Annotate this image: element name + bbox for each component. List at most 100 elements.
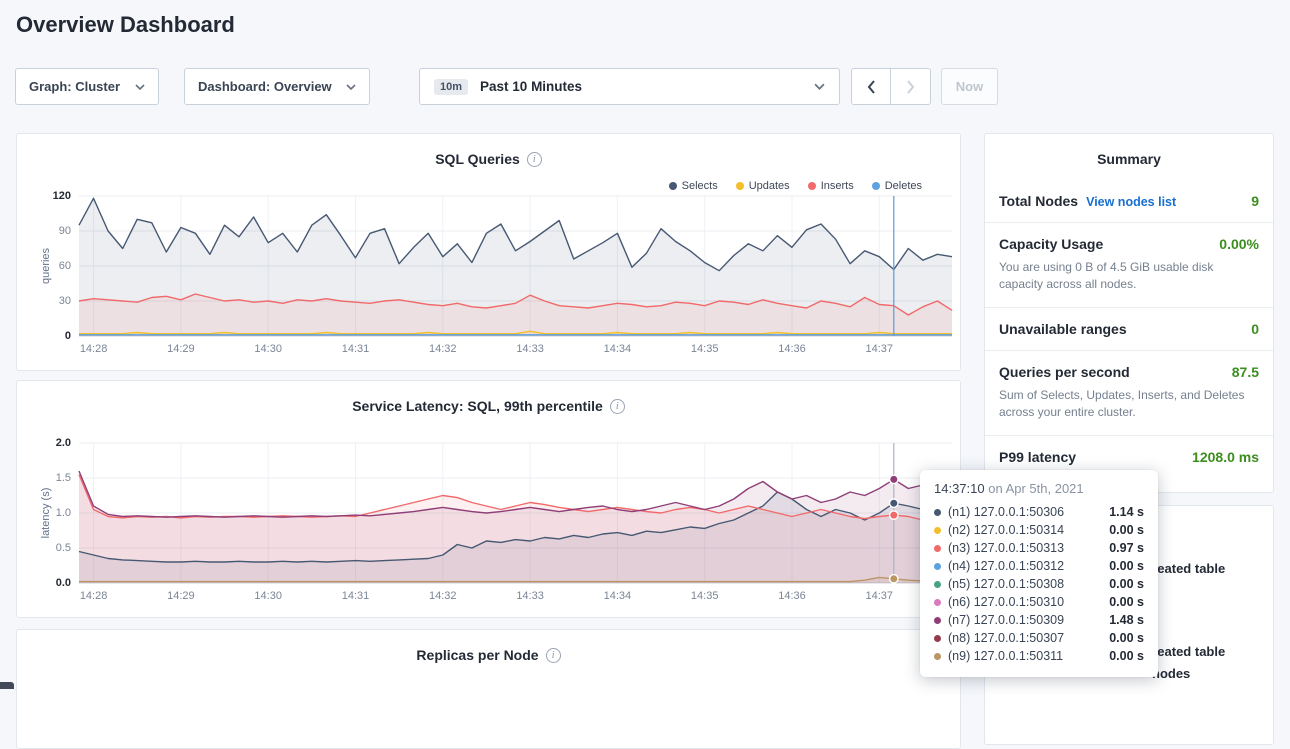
node-color-dot <box>934 581 941 588</box>
chevron-down-icon <box>135 84 145 90</box>
svg-text:queries: queries <box>40 247 52 284</box>
node-color-dot <box>934 545 941 552</box>
node-address: (n5) 127.0.0.1:50308 <box>948 577 1064 591</box>
page-title: Overview Dashboard <box>16 12 235 38</box>
legend-dot <box>808 182 816 190</box>
node-address: (n6) 127.0.0.1:50310 <box>948 595 1064 609</box>
summary-stat: Capacity Usage0.00%You are using 0 B of … <box>985 223 1273 308</box>
node-latency-value: 0.00 s <box>1109 577 1144 591</box>
graph-dropdown-label: Graph: Cluster <box>29 79 120 94</box>
info-icon[interactable]: i <box>546 648 561 663</box>
x-axis-tick: 14:34 <box>604 590 632 602</box>
x-axis-tick: 14:30 <box>254 343 282 355</box>
tooltip-time: 14:37:10 <box>934 481 985 496</box>
stat-label: Queries per second <box>999 364 1130 380</box>
chart-header: Replicas per Node i <box>17 630 960 663</box>
summary-stat: Unavailable ranges0 <box>985 308 1273 351</box>
dashboard-dropdown[interactable]: Dashboard: Overview <box>184 68 370 105</box>
chart-title: SQL Queries <box>435 151 520 167</box>
tooltip-rows: (n1) 127.0.0.1:503061.14 s (n2) 127.0.0.1… <box>934 503 1144 665</box>
y-axis-label: latency (s) <box>37 443 53 583</box>
time-range-label: Past 10 Minutes <box>480 79 582 94</box>
info-icon[interactable]: i <box>610 399 625 414</box>
x-axis-tick: 14:29 <box>167 343 195 355</box>
stat-value: 87.5 <box>1232 364 1259 380</box>
chart-hover-tooltip: 14:37:10 on Apr 5th, 2021 (n1) 127.0.0.1… <box>920 470 1158 677</box>
x-axis-tick: 14:33 <box>516 590 544 602</box>
now-button[interactable]: Now <box>941 68 998 105</box>
view-nodes-link[interactable]: View nodes list <box>1086 195 1176 209</box>
node-latency-value: 0.00 s <box>1109 559 1144 573</box>
legend-item[interactable]: Deletes <box>872 180 922 192</box>
node-address: (n4) 127.0.0.1:50312 <box>948 559 1064 573</box>
node-latency-value: 1.14 s <box>1109 505 1144 519</box>
tooltip-node-row: (n8) 127.0.0.1:503070.00 s <box>934 629 1144 647</box>
service-latency-chart[interactable]: 0.00.51.01.52.014:2814:2914:3014:3114:32… <box>17 443 960 613</box>
chevron-down-icon <box>346 84 356 90</box>
node-color-dot <box>934 635 941 642</box>
node-address: (n3) 127.0.0.1:50313 <box>948 541 1064 555</box>
x-axis-tick: 14:28 <box>80 590 108 602</box>
tooltip-node-row: (n4) 127.0.0.1:50312 0.00 s <box>934 557 1144 575</box>
stat-description: You are using 0 B of 4.5 GiB usable disk… <box>999 259 1259 294</box>
tooltip-date: on Apr 5th, 2021 <box>985 481 1084 496</box>
tooltip-node-row: (n9) 127.0.0.1:50311 0.00 s <box>934 647 1144 665</box>
tooltip-node-row: (n1) 127.0.0.1:503061.14 s <box>934 503 1144 521</box>
node-latency-value: 0.00 s <box>1109 649 1144 663</box>
chart-plot-area[interactable] <box>79 196 954 338</box>
time-next-button[interactable] <box>890 68 931 105</box>
graph-dropdown[interactable]: Graph: Cluster <box>15 68 159 105</box>
node-latency-value: 1.48 s <box>1109 613 1144 627</box>
x-axis-tick: 14:35 <box>691 590 719 602</box>
node-latency-value: 0.97 s <box>1109 541 1144 555</box>
stat-description: Sum of Selects, Updates, Inserts, and De… <box>999 387 1259 422</box>
x-axis-tick: 14:32 <box>429 343 457 355</box>
sql-queries-chart[interactable]: 030609012014:2814:2914:3014:3114:3214:33… <box>17 196 960 366</box>
x-axis-tick: 14:36 <box>778 343 806 355</box>
stat-label: Capacity Usage <box>999 236 1103 252</box>
summary-title: Summary <box>985 134 1273 180</box>
svg-text:latency (s): latency (s) <box>40 488 52 539</box>
legend-label: Inserts <box>821 180 854 192</box>
time-range-badge: 10m <box>434 79 468 95</box>
chevron-down-icon <box>814 83 825 90</box>
sql-queries-panel: SQL Queries i Selects Updates Inserts Delet… <box>16 133 961 371</box>
node-color-dot <box>934 509 941 516</box>
tooltip-node-row: (n3) 127.0.0.1:50313 0.97 s <box>934 539 1144 557</box>
node-address: (n9) 127.0.0.1:50311 <box>948 649 1063 663</box>
node-latency-value: 0.00 s <box>1109 523 1144 537</box>
time-prev-button[interactable] <box>851 68 891 105</box>
stat-label: P99 latency <box>999 449 1076 465</box>
chevron-right-icon <box>906 80 915 94</box>
x-axis-tick: 14:28 <box>80 343 108 355</box>
node-address: (n2) 127.0.0.1:50314 <box>948 523 1064 537</box>
summary-panel: Summary Total NodesView nodes list9Capac… <box>984 133 1274 493</box>
stat-label: Total Nodes <box>999 193 1078 209</box>
chart-header: Service Latency: SQL, 99th percentile i <box>17 381 960 414</box>
legend-label: Updates <box>749 180 790 192</box>
x-axis-tick: 14:31 <box>342 590 370 602</box>
stat-label: Unavailable ranges <box>999 321 1127 337</box>
node-latency-value: 0.00 s <box>1109 631 1144 645</box>
replicas-per-node-panel: Replicas per Node i <box>16 629 961 749</box>
legend-dot <box>736 182 744 190</box>
node-address: (n7) 127.0.0.1:50309 <box>948 613 1064 627</box>
time-range-dropdown[interactable]: 10m Past 10 Minutes <box>419 68 840 105</box>
chart-title: Service Latency: SQL, 99th percentile <box>352 398 603 414</box>
service-latency-panel: Service Latency: SQL, 99th percentile i … <box>16 380 961 618</box>
info-icon[interactable]: i <box>527 152 542 167</box>
legend-item[interactable]: Inserts <box>808 180 854 192</box>
node-color-dot <box>934 617 941 624</box>
dashboard-dropdown-label: Dashboard: Overview <box>198 79 332 94</box>
node-color-dot <box>934 563 941 570</box>
chart-plot-area[interactable] <box>79 443 954 585</box>
legend-item[interactable]: Selects <box>669 180 718 192</box>
partial-ui-artifact <box>0 682 14 689</box>
node-latency-value: 0.00 s <box>1109 595 1144 609</box>
stat-value: 1208.0 ms <box>1192 449 1259 465</box>
legend-dot <box>872 182 880 190</box>
legend-item[interactable]: Updates <box>736 180 790 192</box>
node-color-dot <box>934 599 941 606</box>
summary-stat: Total NodesView nodes list9 <box>985 180 1273 223</box>
x-axis-tick: 14:30 <box>254 590 282 602</box>
